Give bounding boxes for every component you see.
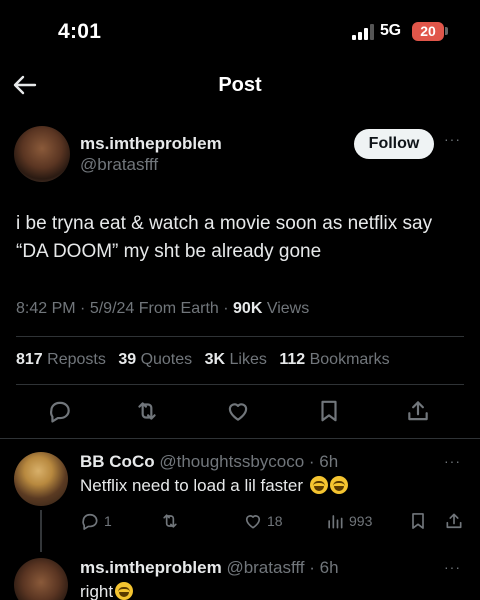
reply-text: Netflix need to load a lil faster (80, 476, 348, 496)
bookmark-button[interactable] (316, 398, 342, 424)
share-button[interactable] (405, 398, 431, 424)
network-label: 5G (380, 22, 401, 39)
reply-button[interactable]: 1 (80, 510, 112, 532)
post-text: i be tryna eat & watch a movie soon as n… (16, 213, 433, 262)
share-icon (446, 513, 462, 529)
divider (0, 438, 480, 439)
more-options-icon[interactable]: ··· (444, 454, 461, 468)
rolling-laughing-emoji-icon (115, 582, 134, 600)
reply-text: right (80, 582, 134, 600)
post-views-label[interactable]: Views (267, 300, 309, 317)
thread-line (40, 510, 42, 552)
repost-icon (163, 514, 177, 528)
reply-avatar[interactable] (14, 558, 68, 600)
reply-handle[interactable]: @thoughtssbycoco (159, 452, 304, 471)
battery-cap (445, 27, 448, 35)
post-views-count: 90K (233, 300, 263, 317)
like-count: 18 (267, 513, 283, 529)
reply-time: 6h (319, 452, 339, 471)
status-time: 4:01 (58, 20, 102, 43)
post-actions (0, 398, 480, 428)
views-button[interactable]: 993 (325, 510, 372, 532)
top-header: Post (0, 62, 480, 108)
stat-bookmarks[interactable]: 112 Bookmarks (279, 351, 389, 368)
post-date: 5/9/24 (89, 300, 135, 317)
follow-button[interactable]: Follow (354, 129, 434, 159)
divider (16, 336, 464, 337)
stat-likes[interactable]: 3K Likes (205, 351, 267, 368)
post-time: 8:42 PM (16, 300, 76, 317)
bookmark-icon (321, 400, 337, 422)
reply-count: 1 (104, 513, 112, 529)
reply-item[interactable]: BB CoCo @thoughtssbycoco · 6h ··· Netfli… (0, 452, 480, 538)
page-title: Post (218, 74, 262, 96)
share-icon (408, 401, 428, 421)
post-source: From Earth (138, 300, 219, 317)
like-button[interactable] (225, 398, 251, 424)
repost-button[interactable] (160, 510, 180, 532)
stat-quotes[interactable]: 39 Quotes (118, 351, 192, 368)
reply-icon (50, 401, 70, 423)
author-display-name[interactable]: ms.imtheproblem (80, 134, 222, 154)
more-options-icon[interactable]: ··· (444, 132, 466, 148)
views-icon (328, 515, 343, 529)
repost-icon (138, 402, 156, 420)
share-button[interactable] (444, 510, 464, 532)
reply-handle[interactable]: @bratasfff (226, 558, 304, 577)
bookmark-button[interactable] (408, 510, 428, 532)
more-options-icon[interactable]: ··· (444, 560, 461, 574)
post-meta: 8:42 PM · 5/9/24 From Earth · 90K Views (16, 300, 310, 317)
repost-button[interactable] (134, 398, 160, 424)
laughing-emoji-icon (309, 476, 328, 494)
views-count: 993 (349, 513, 373, 529)
reply-header: ms.imtheproblem @bratasfff · 6h (80, 558, 339, 577)
author-avatar[interactable] (14, 126, 70, 182)
reply-time: 6h (319, 558, 339, 577)
post-author-row: ms.imtheproblem @bratasfff Follow ··· (0, 126, 480, 186)
like-icon (245, 515, 261, 529)
reply-item[interactable]: ms.imtheproblem @bratasfff · 6h ··· righ… (0, 558, 480, 600)
stat-reposts[interactable]: 817 Reposts (16, 351, 106, 368)
signal-icon (352, 24, 376, 40)
reply-avatar[interactable] (14, 452, 68, 506)
reply-display-name[interactable]: ms.imtheproblem (80, 558, 222, 577)
reply-actions: 1 18 993 (0, 510, 480, 532)
post-stats: 817 Reposts 39 Quotes 3K Likes 112 Bookm… (16, 351, 398, 369)
author-handle[interactable]: @bratasfff (80, 155, 158, 175)
reply-header: BB CoCo @thoughtssbycoco · 6h (80, 452, 339, 471)
reply-display-name[interactable]: BB CoCo (80, 452, 155, 471)
divider (16, 384, 464, 385)
like-icon (228, 403, 248, 421)
battery-icon: 20 (412, 22, 444, 41)
laughing-emoji-icon (329, 476, 348, 494)
status-bar: 4:01 5G 20 (0, 0, 480, 60)
like-button[interactable]: 18 (243, 510, 283, 532)
bookmark-icon (412, 513, 424, 529)
reply-icon (82, 513, 98, 530)
reply-button[interactable] (47, 398, 73, 424)
